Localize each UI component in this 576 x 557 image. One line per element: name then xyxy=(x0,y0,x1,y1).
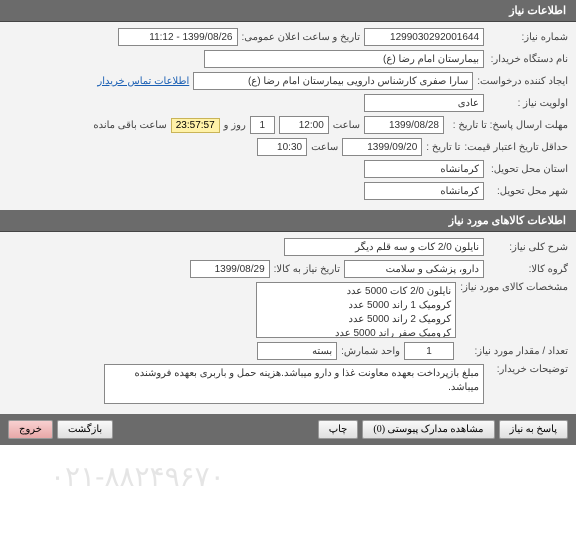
label-spec: مشخصات کالای مورد نیاز: xyxy=(460,282,568,293)
label-need-no: شماره نیاز: xyxy=(488,32,568,43)
label-deadline: مهلت ارسال پاسخ: تا تاریخ : xyxy=(448,120,568,131)
label-province: استان محل تحویل: xyxy=(488,164,568,175)
label-validity: حداقل تاریخ اعتبار قیمت: xyxy=(464,142,568,153)
label-countdown-tail: ساعت باقی مانده xyxy=(93,120,166,131)
countdown-time: 23:57:57 xyxy=(171,118,220,133)
field-priority: عادی xyxy=(364,94,484,112)
section-header-goods-info: اطلاعات کالاهای مورد نیاز xyxy=(0,210,576,232)
label-priority: اولویت نیاز : xyxy=(488,98,568,109)
field-deadline-time: 12:00 xyxy=(279,116,329,134)
label-desc: شرح کلی نیاز: xyxy=(488,242,568,253)
exit-button[interactable]: خروج xyxy=(8,420,53,439)
field-desc: نایلون 2/0 کات و سه قلم دیگر xyxy=(284,238,484,256)
field-need-no: 1299030292001644 xyxy=(364,28,484,46)
watermark-phone: ۰۲۱-۸۸۲۴۹۶۷۰ xyxy=(50,460,225,493)
print-button[interactable]: چاپ xyxy=(318,420,359,439)
field-buyer: بیمارستان امام رضا (ع) xyxy=(204,50,484,68)
label-countdown-unit: روز و xyxy=(224,120,246,131)
field-unit: بسته xyxy=(257,342,337,360)
back-button[interactable]: بازگشت xyxy=(57,420,113,439)
field-validity-time: 10:30 xyxy=(257,138,307,156)
field-deadline-date: 1399/08/28 xyxy=(364,116,444,134)
field-buyer-notes: مبلغ بازپرداخت بعهده معاونت غذا و دارو م… xyxy=(104,364,484,404)
label-deadline-time: ساعت xyxy=(333,120,360,131)
field-spec: نایلون 2/0 کات 5000 عدد کرومیک 1 راند 50… xyxy=(256,282,456,338)
field-qty: 1 xyxy=(404,342,454,360)
attachments-button[interactable]: مشاهده مدارک پیوستی (0) xyxy=(362,420,494,439)
field-creator: سارا صفری کارشناس دارویی بیمارستان امام … xyxy=(193,72,473,90)
field-countdown-days: 1 xyxy=(250,116,275,134)
label-need-date: تاریخ نیاز به کالا: xyxy=(274,264,340,275)
respond-button[interactable]: پاسخ به نیاز xyxy=(499,420,569,439)
field-group: دارو، پزشکی و سلامت xyxy=(344,260,484,278)
section-header-need-info: اطلاعات نیاز xyxy=(0,0,576,22)
label-buyer-notes: توضیحات خریدار: xyxy=(488,364,568,375)
field-need-date: 1399/08/29 xyxy=(190,260,270,278)
section-body-goods-info: شرح کلی نیاز: نایلون 2/0 کات و سه قلم دی… xyxy=(0,232,576,414)
label-city: شهر محل تحویل: xyxy=(488,186,568,197)
field-province: کرمانشاه xyxy=(364,160,484,178)
label-qty: تعداد / مقدار مورد نیاز: xyxy=(458,346,568,357)
label-validity2: تا تاریخ : xyxy=(426,142,460,153)
label-announce: تاریخ و ساعت اعلان عمومی: xyxy=(242,32,361,43)
field-announce: 1399/08/26 - 11:12 xyxy=(118,28,238,46)
label-unit: واحد شمارش: xyxy=(341,346,400,357)
label-validity-time: ساعت xyxy=(311,142,338,153)
footer-bar: پاسخ به نیاز مشاهده مدارک پیوستی (0) چاپ… xyxy=(0,414,576,445)
label-group: گروه کالا: xyxy=(488,264,568,275)
field-validity-date: 1399/09/20 xyxy=(342,138,422,156)
label-buyer: نام دستگاه خریدار: xyxy=(488,54,568,65)
label-creator: ایجاد کننده درخواست: xyxy=(477,76,568,87)
field-city: کرمانشاه xyxy=(364,182,484,200)
section-body-need-info: شماره نیاز: 1299030292001644 تاریخ و ساع… xyxy=(0,22,576,210)
link-buyer-contact[interactable]: اطلاعات تماس خریدار xyxy=(97,76,189,87)
